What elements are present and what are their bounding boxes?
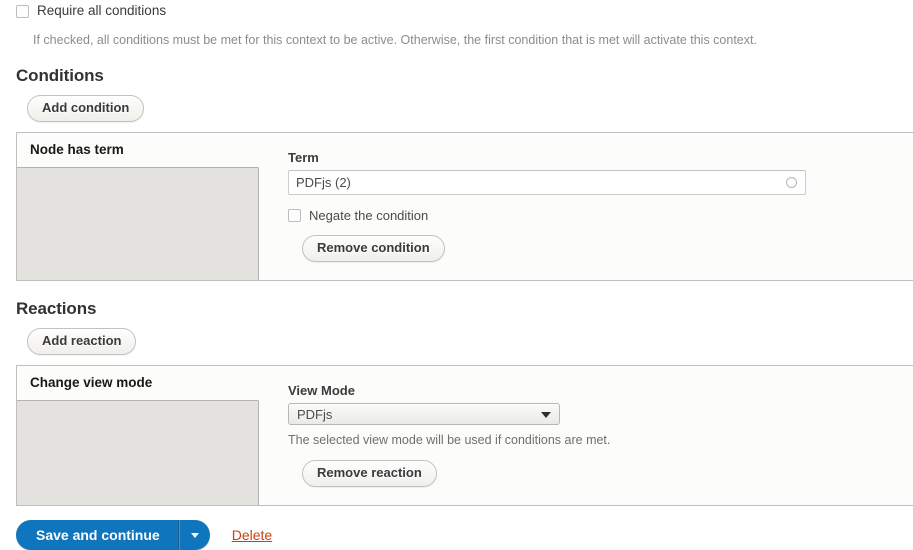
chevron-down-icon bbox=[190, 532, 199, 538]
require-all-conditions-label: Require all conditions bbox=[37, 3, 167, 18]
term-field-label: Term bbox=[288, 150, 319, 165]
delete-link[interactable]: Delete bbox=[232, 527, 272, 543]
reactions-tab-pane: View Mode PDFjs The selected view mode w… bbox=[259, 366, 913, 505]
remove-reaction-wrap: Remove reaction bbox=[302, 460, 913, 487]
tab-change-view-mode-label: Change view mode bbox=[30, 375, 153, 390]
save-and-continue-split-button[interactable]: Save and continue bbox=[16, 520, 210, 550]
conditions-tab-menu: Node has term bbox=[17, 133, 259, 280]
save-and-continue-button[interactable]: Save and continue bbox=[16, 520, 179, 550]
add-condition-button[interactable]: Add condition bbox=[27, 95, 145, 122]
negate-condition-label: Negate the condition bbox=[309, 208, 429, 223]
conditions-vertical-tabs: Node has term Term PDFjs (2) Negate the … bbox=[16, 132, 913, 281]
reactions-vertical-tabs: Change view mode View Mode PDFjs The sel… bbox=[16, 365, 913, 506]
reactions-heading: Reactions bbox=[16, 299, 97, 318]
remove-condition-button[interactable]: Remove condition bbox=[302, 235, 445, 262]
conditions-heading: Conditions bbox=[16, 66, 104, 85]
term-input[interactable]: PDFjs (2) bbox=[288, 170, 806, 195]
add-reaction-wrap: Add reaction bbox=[27, 328, 913, 355]
require-all-conditions-checkbox[interactable] bbox=[16, 5, 29, 18]
term-input-value: PDFjs (2) bbox=[296, 175, 351, 190]
add-condition-wrap: Add condition bbox=[27, 95, 913, 122]
require-all-conditions-row: Require all conditions bbox=[0, 4, 913, 24]
view-mode-select[interactable]: PDFjs bbox=[288, 403, 560, 425]
view-mode-field-label: View Mode bbox=[288, 383, 355, 398]
tab-node-has-term[interactable]: Node has term bbox=[17, 133, 259, 168]
remove-reaction-button[interactable]: Remove reaction bbox=[302, 460, 437, 487]
save-options-dropdown-button[interactable] bbox=[178, 520, 210, 550]
view-mode-select-value: PDFjs bbox=[297, 407, 333, 422]
negate-condition-row: Negate the condition bbox=[288, 209, 913, 223]
autocomplete-throbber-icon bbox=[786, 177, 797, 188]
view-mode-help-text: The selected view mode will be used if c… bbox=[288, 433, 611, 447]
conditions-tab-pane: Term PDFjs (2) Negate the condition Remo… bbox=[259, 133, 913, 280]
add-reaction-button[interactable]: Add reaction bbox=[27, 328, 137, 355]
reactions-tab-menu: Change view mode bbox=[17, 366, 259, 505]
require-all-conditions-description: If checked, all conditions must be met f… bbox=[33, 33, 757, 47]
tab-node-has-term-label: Node has term bbox=[30, 142, 124, 157]
negate-condition-checkbox[interactable] bbox=[288, 209, 301, 222]
tab-change-view-mode[interactable]: Change view mode bbox=[17, 366, 259, 401]
remove-condition-wrap: Remove condition bbox=[302, 235, 913, 262]
form-actions: Save and continue Delete bbox=[16, 520, 913, 550]
chevron-down-icon bbox=[541, 412, 551, 418]
